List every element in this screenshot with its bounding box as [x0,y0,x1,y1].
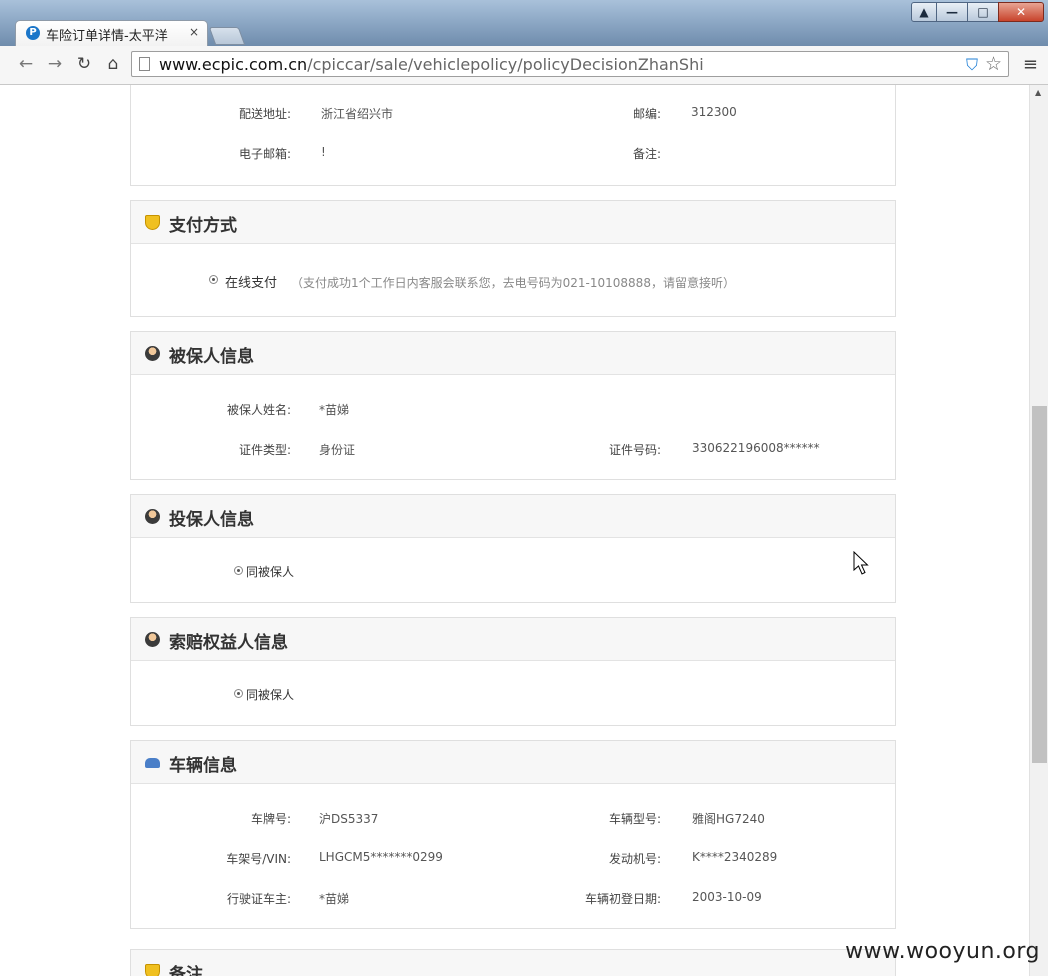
vehicle-panel-header: 车辆信息 [131,741,895,784]
payment-panel: 支付方式 在线支付 （支付成功1个工作日内客服会联系您，去电号码为021-101… [130,200,896,317]
zip-label: 邮编: [632,107,661,121]
insured-title: 被保人信息 [169,347,254,367]
engine-value: K****2340289 [692,850,778,864]
browser-menu-icon[interactable]: ≡ [1023,54,1038,75]
close-window-button[interactable]: ✕ [998,2,1044,22]
payment-title: 支付方式 [169,216,237,236]
new-tab-button[interactable] [208,27,246,45]
mouse-cursor-icon [853,551,869,575]
delivery-info-panel: 配送地址: 浙江省绍兴市 邮编: 312300 电子邮箱: ! 备注: [130,85,896,186]
browser-toolbar: ← → ↻ ⌂ www.ecpic.com.cn/cpiccar/sale/ve… [0,46,1048,85]
id-number-label: 证件号码: [608,443,661,457]
id-type-value: 身份证 [319,443,356,457]
page-icon [139,57,150,71]
applicant-title: 投保人信息 [169,510,254,530]
engine-label: 发动机号: [608,852,661,866]
remarks-title: 备注 [169,965,203,976]
beneficiary-panel-header: 索赔权益人信息 [131,618,895,661]
scroll-up-arrow-icon[interactable]: ▲ [1035,88,1041,97]
online-payment-radio[interactable] [209,275,218,284]
payment-panel-header: 支付方式 [131,201,895,244]
email-label: 电子邮箱: [238,147,291,161]
beneficiary-title: 索赔权益人信息 [169,633,288,653]
window-controls: ▲ — □ ✕ [911,2,1044,24]
delivery-address-value: 浙江省绍兴市 [321,107,394,121]
vehicle-title: 车辆信息 [169,756,237,776]
user-profile-icon[interactable]: ▲ [911,2,937,22]
applicant-panel-header: 投保人信息 [131,495,895,538]
delivery-address-label: 配送地址: [238,107,291,121]
remarks-panel-header: 备注 [131,950,895,976]
owner-value: *苗娣 [319,892,350,906]
zip-value: 312300 [691,105,737,119]
reload-icon[interactable]: ↻ [74,54,94,74]
note-icon [145,964,160,976]
insured-panel: 被保人信息 被保人姓名: *苗娣 证件类型: 身份证 证件号码: 3306221… [130,331,896,480]
insured-name-label: 被保人姓名: [226,403,291,417]
applicant-same-radio[interactable] [234,566,243,575]
scrollbar-thumb[interactable] [1032,406,1047,763]
vin-value: LHGCM5*******0299 [319,850,443,864]
address-bar[interactable]: www.ecpic.com.cn/cpiccar/sale/vehiclepol… [131,51,1009,77]
bookmark-star-icon[interactable]: ☆ [985,53,1002,75]
vertical-scrollbar[interactable]: ▲ [1029,85,1048,976]
window-titlebar: P 车险订单详情-太平洋 × ▲ — □ ✕ [0,0,1048,46]
applicant-panel: 投保人信息 同被保人 [130,494,896,603]
id-number-value: 330622196008****** [692,441,820,455]
home-icon[interactable]: ⌂ [103,54,123,74]
note-label: 备注: [632,147,661,161]
person-icon [145,632,160,647]
page-viewport: 配送地址: 浙江省绍兴市 邮编: 312300 电子邮箱: ! 备注: 支付方式… [0,85,1048,976]
owner-label: 行驶证车主: [226,892,291,906]
vin-label: 车架号/VIN: [226,852,291,866]
model-label: 车辆型号: [608,812,661,826]
site-favicon-icon: P [26,26,40,40]
maximize-button[interactable]: □ [967,2,999,22]
remarks-panel: 备注 [130,949,896,976]
watermark-text: www.wooyun.org [845,939,1040,964]
security-shield-icon[interactable]: ⛉ [966,55,978,75]
back-arrow-icon[interactable]: ← [16,54,36,74]
applicant-same-label: 同被保人 [246,565,295,579]
email-value: ! [321,145,326,159]
id-type-label: 证件类型: [238,443,291,457]
url-text[interactable]: www.ecpic.com.cn/cpiccar/sale/vehiclepol… [159,55,704,74]
tab-close-icon[interactable]: × [189,25,199,39]
tab-title: 车险订单详情-太平洋 [46,29,168,44]
person-icon [145,346,160,361]
forward-arrow-icon[interactable]: → [45,54,65,74]
reg-date-label: 车辆初登日期: [584,892,661,906]
person-icon [145,509,160,524]
insured-name-value: *苗娣 [319,403,350,417]
payment-note: （支付成功1个工作日内客服会联系您，去电号码为021-10108888，请留意接… [291,276,735,290]
beneficiary-same-label: 同被保人 [246,688,295,702]
shield-icon [145,215,160,230]
reg-date-value: 2003-10-09 [692,890,762,904]
beneficiary-panel: 索赔权益人信息 同被保人 [130,617,896,726]
browser-tab[interactable]: P 车险订单详情-太平洋 × [15,20,208,46]
beneficiary-same-radio[interactable] [234,689,243,698]
minimize-button[interactable]: — [936,2,968,22]
online-payment-label: 在线支付 [225,276,278,291]
model-value: 雅阁HG7240 [692,812,765,826]
insured-panel-header: 被保人信息 [131,332,895,375]
car-icon [145,758,160,768]
plate-label: 车牌号: [250,812,291,826]
vehicle-panel: 车辆信息 车牌号: 沪DS5337 车辆型号: 雅阁HG7240 车架号/VIN… [130,740,896,929]
plate-value: 沪DS5337 [319,812,379,826]
